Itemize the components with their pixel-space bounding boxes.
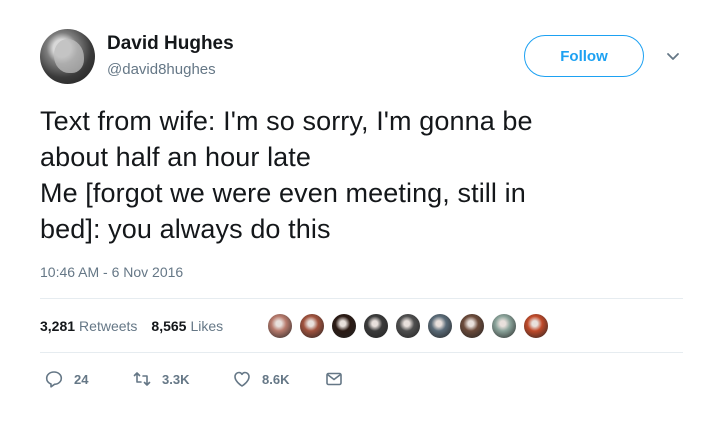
liker-avatar[interactable] — [298, 312, 326, 340]
like-button[interactable]: 8.6K — [232, 369, 324, 389]
author-handle[interactable]: @david8hughes — [107, 61, 216, 78]
retweet-count: 3.3K — [162, 371, 190, 387]
likes-count: 8,565 — [151, 318, 187, 334]
liker-avatar[interactable] — [490, 312, 518, 340]
tweet-line: about half an hour late — [40, 142, 312, 172]
liker-avatar[interactable] — [426, 312, 454, 340]
engagement-stats: 3,281 Retweets 8,565 Likes — [40, 318, 223, 334]
direct-message-button[interactable] — [324, 369, 354, 389]
liker-avatar[interactable] — [394, 312, 422, 340]
likes-stat[interactable]: 8,565 Likes — [151, 318, 223, 334]
chevron-down-icon[interactable] — [664, 47, 682, 65]
likes-label: Likes — [190, 318, 224, 334]
retweets-count: 3,281 — [40, 318, 76, 334]
liker-avatar[interactable] — [362, 312, 390, 340]
tweet-text: Text from wife: I'm so sorry, I'm gonna … — [40, 103, 690, 247]
divider — [40, 352, 683, 353]
follow-button[interactable]: Follow — [524, 35, 644, 77]
retweet-icon — [133, 372, 151, 386]
avatar-silhouette — [54, 39, 84, 73]
avatar[interactable] — [40, 29, 95, 84]
reply-icon — [45, 371, 63, 388]
liker-avatar[interactable] — [522, 312, 550, 340]
retweets-label: Retweets — [79, 318, 138, 334]
liker-avatars — [266, 312, 554, 340]
author-name[interactable]: David Hughes — [107, 33, 234, 55]
like-count: 8.6K — [262, 371, 290, 387]
heart-icon — [234, 371, 250, 387]
retweets-stat[interactable]: 3,281 Retweets — [40, 318, 137, 334]
tweet-line: Me [forgot we were even meeting, still i… — [40, 178, 526, 208]
tweet-line: Text from wife: I'm so sorry, I'm gonna … — [40, 106, 533, 136]
divider — [40, 298, 683, 299]
tweet-line: bed]: you always do this — [40, 214, 331, 244]
reply-count: 24 — [74, 371, 89, 387]
reply-button[interactable]: 24 — [44, 369, 116, 389]
liker-avatar[interactable] — [266, 312, 294, 340]
tweet-actions: 24 3.3K 8.6K — [44, 369, 354, 389]
liker-avatar[interactable] — [330, 312, 358, 340]
liker-avatar[interactable] — [458, 312, 486, 340]
direct-message-icon — [326, 372, 342, 386]
tweet-timestamp[interactable]: 10:46 AM - 6 Nov 2016 — [40, 264, 183, 280]
retweet-button[interactable]: 3.3K — [132, 369, 232, 389]
